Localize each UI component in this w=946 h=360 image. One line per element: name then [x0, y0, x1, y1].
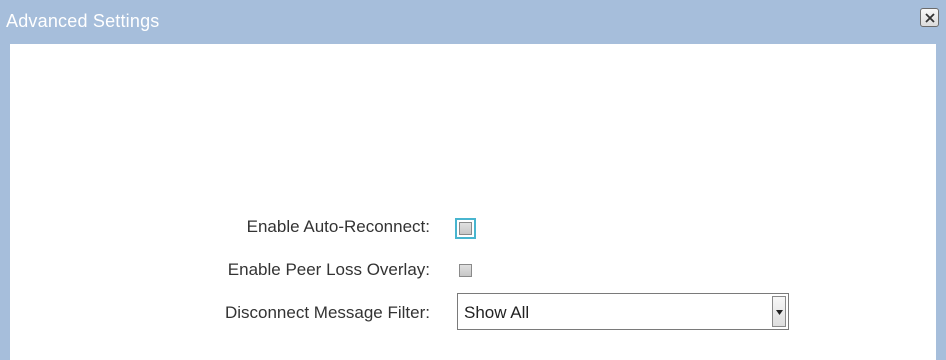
chevron-down-icon [776, 310, 783, 315]
close-button[interactable] [920, 8, 939, 27]
disconnect-filter-label: Disconnect Message Filter: [224, 303, 430, 322]
close-icon [925, 13, 935, 23]
dialog-content: Enable Auto-Reconnect: Enable Peer Loss … [10, 44, 936, 360]
advanced-settings-dialog: Advanced Settings Enable Auto-Reconnect:… [0, 0, 946, 360]
disconnect-filter-value: Show All [464, 303, 530, 322]
dropdown-button[interactable] [772, 296, 786, 327]
peer-loss-overlay-label: Enable Peer Loss Overlay: [227, 260, 430, 279]
disconnect-filter-select[interactable]: Show All [457, 293, 789, 330]
peer-loss-overlay-checkbox[interactable] [459, 264, 472, 277]
auto-reconnect-checkbox[interactable] [455, 218, 476, 239]
dialog-title: Advanced Settings [6, 11, 160, 31]
dialog-titlebar: Advanced Settings [0, 0, 946, 44]
auto-reconnect-label: Enable Auto-Reconnect: [246, 217, 430, 236]
